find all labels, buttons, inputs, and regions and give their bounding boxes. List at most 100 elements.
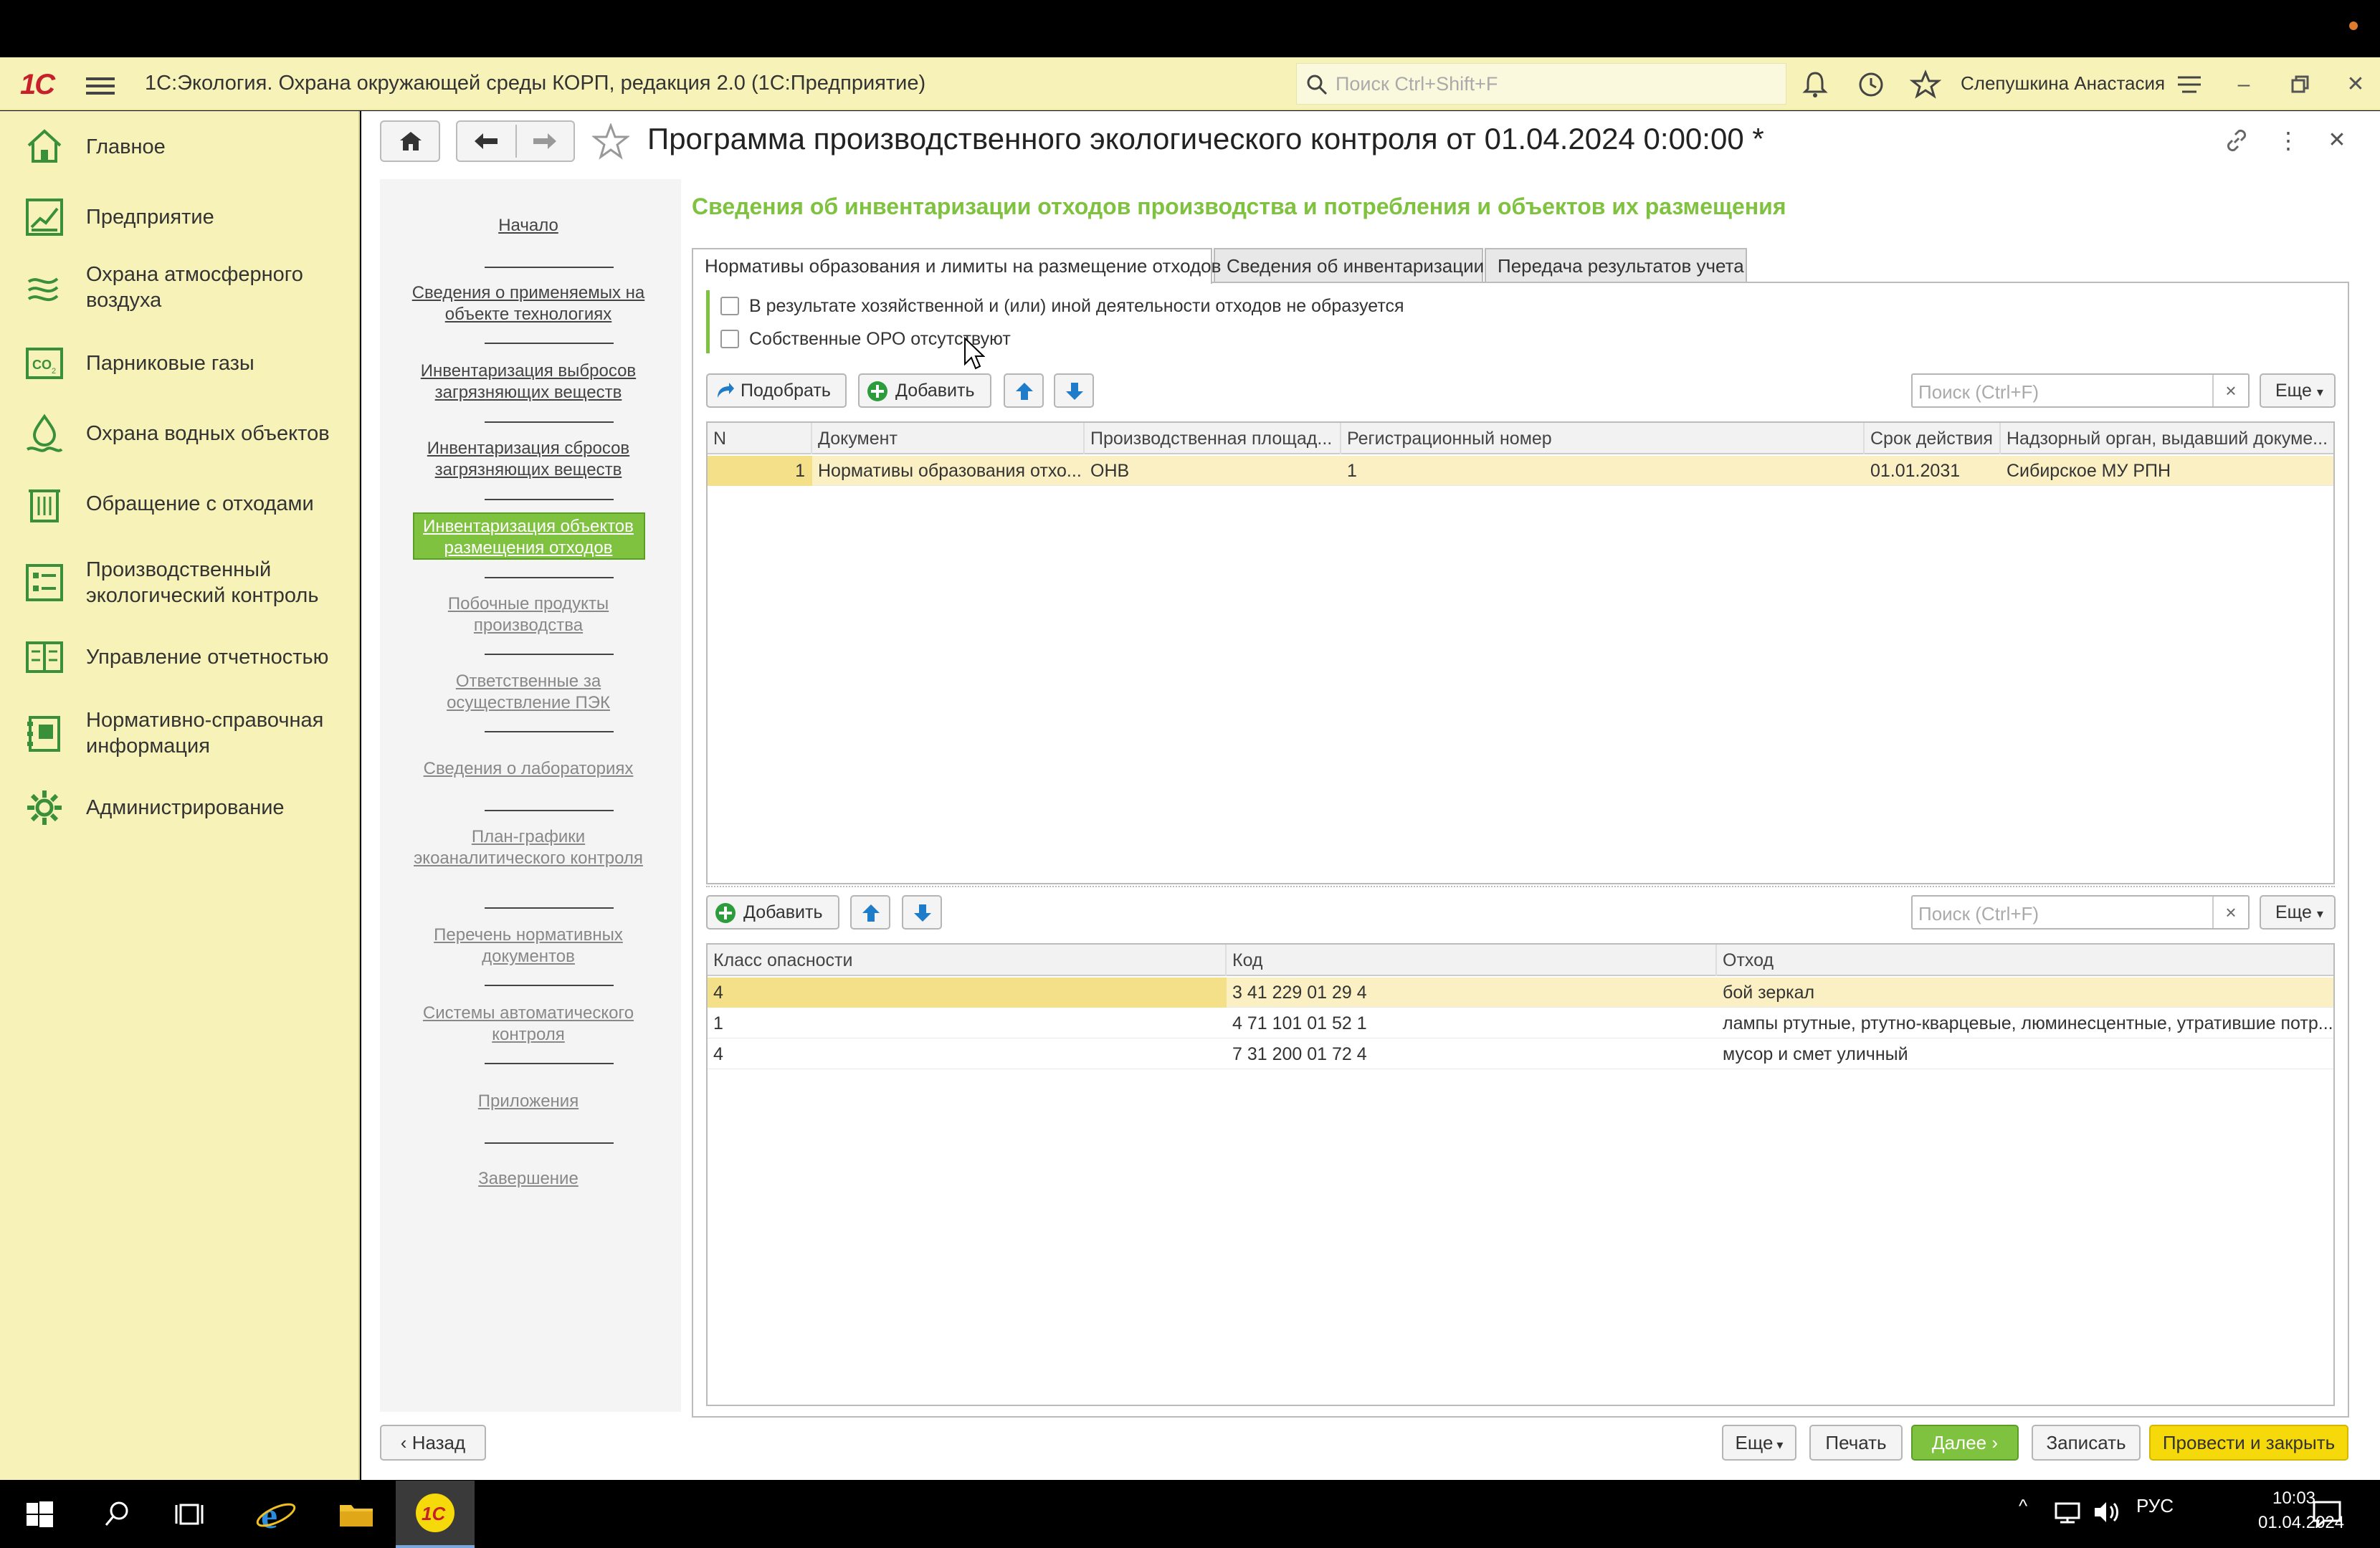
- windows-start-icon[interactable]: [14, 1489, 65, 1539]
- forward-arrow-icon[interactable]: [532, 132, 558, 150]
- cell-waste: мусор и смет уличный: [1723, 1044, 1908, 1064]
- taskbar-search-icon[interactable]: [92, 1489, 142, 1539]
- menu-icon[interactable]: [86, 73, 115, 97]
- nav-link-discharges[interactable]: Инвентаризация сбросов загрязняющих веще…: [401, 438, 655, 481]
- network-icon[interactable]: [2053, 1501, 2082, 1524]
- volume-icon[interactable]: [2092, 1499, 2120, 1525]
- clear-search-icon[interactable]: ×: [2212, 375, 2248, 406]
- column-header[interactable]: Регистрационный номер: [1341, 423, 1865, 454]
- home-icon: [400, 132, 422, 150]
- cell-number: 1: [708, 456, 812, 486]
- column-header[interactable]: Код: [1227, 945, 1717, 976]
- more-button-footer[interactable]: Еще ▾: [1722, 1425, 1796, 1461]
- favorite-star-icon[interactable]: [592, 123, 629, 161]
- sidebar-item-water[interactable]: Охрана водных объектов: [0, 412, 358, 455]
- tray-chevron-up-icon[interactable]: ^: [2019, 1495, 2027, 1517]
- post-and-close-button[interactable]: Провести и закрыть: [2149, 1425, 2348, 1461]
- form-close-icon[interactable]: ✕: [2323, 126, 2351, 155]
- tab-inventory[interactable]: Сведения об инвентаризации: [1214, 248, 1484, 282]
- sidebar-item-admin[interactable]: Администрирование: [0, 786, 358, 829]
- nav-link-finish[interactable]: Завершение: [401, 1168, 655, 1190]
- save-button[interactable]: Записать: [2032, 1425, 2141, 1461]
- nav-link-responsible[interactable]: Ответственные за осуществление ПЭК: [401, 671, 655, 714]
- nav-link-technologies[interactable]: Сведения о применяемых на объекте технол…: [401, 282, 655, 325]
- column-header[interactable]: Производственная площад...: [1085, 423, 1341, 454]
- minimize-icon[interactable]: –: [2228, 69, 2260, 100]
- no-waste-checkbox[interactable]: [720, 297, 739, 315]
- sidebar-item-enterprise[interactable]: Предприятие: [0, 196, 358, 239]
- table2-search-input[interactable]: Поиск (Ctrl+F) ×: [1911, 895, 2250, 930]
- splitter[interactable]: [706, 886, 2335, 887]
- cell-document: Нормативы образования отхо...: [818, 461, 1082, 481]
- bell-icon[interactable]: [1799, 69, 1831, 100]
- more-button-bottom[interactable]: Еще ▾: [2260, 895, 2336, 930]
- taskbar-1c-app[interactable]: 1С: [396, 1481, 475, 1548]
- back-button[interactable]: ‹ Назад: [380, 1425, 486, 1461]
- sidebar-item-greenhouse[interactable]: CO 2 Парниковые газы: [0, 342, 358, 385]
- sidebar-item-air[interactable]: Охрана атмосферного воздуха: [0, 260, 358, 317]
- add-button-top[interactable]: Добавить: [858, 373, 991, 408]
- home-button[interactable]: [380, 120, 440, 162]
- app-title: 1С:Экология. Охрана окружающей среды КОР…: [145, 72, 926, 95]
- print-button[interactable]: Печать: [1809, 1425, 1903, 1461]
- table-row[interactable]: 1 4 71 101 01 52 1 лампы ртутные, ртутно…: [708, 1008, 2333, 1038]
- control-icon: [26, 564, 63, 601]
- nav-link-byproducts[interactable]: Побочные продукты производства: [401, 593, 655, 636]
- back-arrow-icon[interactable]: [473, 132, 499, 150]
- sidebar-item-main[interactable]: Главное: [0, 125, 358, 168]
- mouse-cursor-icon: [964, 337, 985, 370]
- nav-link-normative-docs[interactable]: Перечень нормативных документов: [401, 924, 655, 968]
- file-explorer-icon[interactable]: [331, 1489, 381, 1539]
- table-row[interactable]: 1 Нормативы образования отхо... ОНВ 1 01…: [708, 456, 2333, 486]
- move-up-button-top[interactable]: [1004, 373, 1044, 408]
- more-button-top[interactable]: Еще ▾: [2260, 373, 2336, 408]
- nav-link-labs[interactable]: Сведения о лабораториях: [401, 758, 655, 780]
- checkbox-group-marker: [706, 290, 710, 353]
- pick-button[interactable]: Подобрать: [706, 373, 847, 408]
- internet-explorer-icon[interactable]: e: [251, 1489, 301, 1539]
- column-header[interactable]: Документ: [812, 423, 1085, 454]
- column-header[interactable]: Класс опасности: [708, 945, 1227, 976]
- table1-search-input[interactable]: Поиск (Ctrl+F) ×: [1911, 373, 2250, 408]
- table-row[interactable]: 4 3 41 229 01 29 4 бой зеркал: [708, 978, 2333, 1008]
- column-header[interactable]: Отход: [1717, 945, 2333, 976]
- add-button-bottom-label: Добавить: [743, 902, 823, 922]
- restore-icon[interactable]: [2284, 69, 2315, 100]
- sidebar-item-reference[interactable]: Нормативно-справочная информация: [0, 706, 358, 763]
- column-header[interactable]: Срок действия: [1865, 423, 2001, 454]
- sidebar-item-reports[interactable]: Управление отчетностью: [0, 636, 358, 679]
- cell-code: 4 71 101 01 52 1: [1232, 1013, 1367, 1033]
- notifications-icon[interactable]: [2311, 1499, 2343, 1528]
- nav-link-waste-objects[interactable]: Инвентаризация объектов размещения отход…: [401, 516, 655, 559]
- table-row[interactable]: 4 7 31 200 01 72 4 мусор и смет уличный: [708, 1039, 2333, 1069]
- no-oro-checkbox[interactable]: [720, 330, 739, 348]
- settings-menu-icon[interactable]: [2174, 69, 2205, 100]
- add-button-bottom[interactable]: Добавить: [706, 895, 839, 930]
- svg-text:e: e: [261, 1496, 277, 1537]
- nav-link-auto-control[interactable]: Системы автоматического контроля: [401, 1003, 655, 1046]
- nav-link-schedules[interactable]: План-графики экоаналитического контроля: [401, 826, 655, 869]
- column-header[interactable]: Надзорный орган, выдавший докуме...: [2001, 423, 2333, 454]
- more-vertical-icon[interactable]: ⋮: [2274, 126, 2303, 155]
- tab-transfer[interactable]: Передача результатов учета: [1485, 248, 1747, 282]
- global-search-input[interactable]: Поиск Ctrl+Shift+F: [1296, 63, 1786, 105]
- favorites-star-icon[interactable]: [1909, 69, 1942, 100]
- move-up-button-bottom[interactable]: [850, 895, 890, 930]
- column-header[interactable]: N: [708, 423, 812, 454]
- sidebar-item-pek[interactable]: Производственный экологический контроль: [0, 555, 358, 613]
- user-name[interactable]: Слепушкина Анастасия: [1961, 72, 2165, 95]
- clear-search-icon[interactable]: ×: [2212, 897, 2248, 928]
- task-view-icon[interactable]: [168, 1489, 218, 1539]
- input-language[interactable]: РУС: [2136, 1495, 2174, 1517]
- history-icon[interactable]: [1855, 69, 1887, 100]
- next-button[interactable]: Далее ›: [1911, 1425, 2019, 1461]
- link-icon[interactable]: [2222, 126, 2251, 155]
- sidebar-item-waste[interactable]: Обращение с отходами: [0, 482, 358, 525]
- nav-link-start[interactable]: Начало: [401, 215, 655, 236]
- nav-link-attachments[interactable]: Приложения: [401, 1091, 655, 1112]
- window-close-icon[interactable]: ✕: [2340, 69, 2371, 100]
- move-down-button-bottom[interactable]: [902, 895, 942, 930]
- nav-link-emissions[interactable]: Инвентаризация выбросов загрязняющих вещ…: [401, 360, 655, 403]
- tab-norms[interactable]: Нормативы образования и лимиты на размещ…: [692, 248, 1221, 284]
- move-down-button-top[interactable]: [1054, 373, 1094, 408]
